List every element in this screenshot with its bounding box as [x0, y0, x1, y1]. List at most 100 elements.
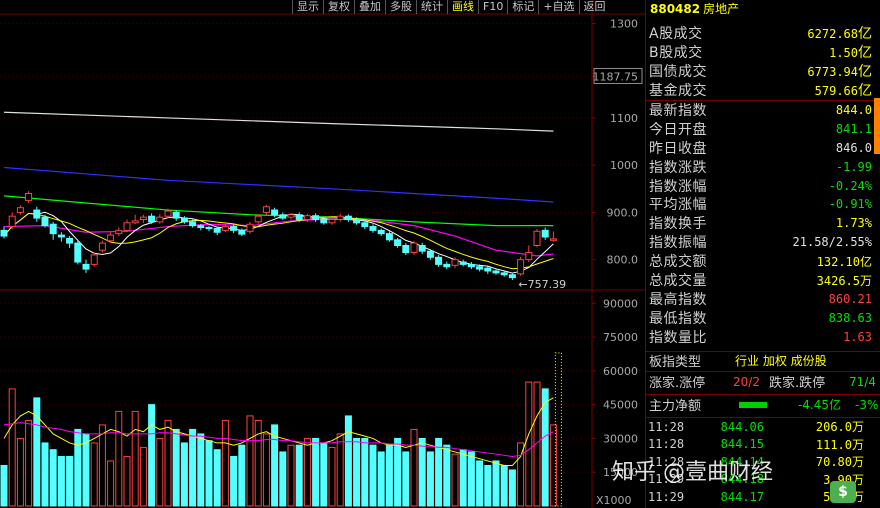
- quote-row-label: 最高指数: [649, 291, 707, 308]
- volume-bar: [467, 451, 475, 507]
- quote-row-label: 昨日收盘: [649, 140, 707, 157]
- volume-bar: [189, 428, 197, 507]
- quote-row-label: 平均涨幅: [649, 197, 707, 214]
- candle-body: [549, 238, 557, 241]
- min-price-label: ←757.39: [518, 278, 566, 291]
- multi-stock-button[interactable]: 多股: [385, 0, 416, 14]
- f10-button[interactable]: F10: [478, 0, 507, 14]
- volume-bar: [230, 455, 238, 507]
- volume-tick-label: 75000: [603, 331, 638, 344]
- volume-bar: [353, 437, 361, 507]
- index-header: 880482 房地产: [646, 0, 880, 17]
- quote-row-value-wrap: -0.24%: [829, 178, 872, 194]
- volume-bar: [295, 444, 303, 507]
- candle-body: [541, 229, 549, 238]
- volume-bar: [418, 437, 426, 507]
- quote-row-value: 6272.68: [807, 27, 858, 42]
- candle-body: [369, 226, 377, 231]
- quote-row-label: 今日开盘: [649, 121, 707, 138]
- price-tick-label: 1000: [610, 159, 638, 172]
- quote-row-label: 指数涨幅: [649, 178, 707, 195]
- candle-body: [74, 242, 82, 263]
- quote-row-value-wrap: 860.21: [829, 291, 872, 307]
- candle-body: [394, 239, 402, 246]
- volume-bar: [74, 428, 82, 507]
- quote-row-value: 132.10亿: [816, 254, 872, 269]
- volume-bar: [320, 442, 328, 507]
- volume-tick-label: 30000: [603, 432, 638, 445]
- logo-icon: $: [830, 481, 856, 503]
- tick-vol: 70.80万: [815, 455, 864, 470]
- quote-row-value: -1.99: [835, 159, 872, 174]
- volume-bar: [517, 442, 525, 507]
- quote-row-label: 指数振幅: [649, 235, 707, 252]
- quote-row-value: 846.0: [835, 140, 872, 155]
- back-button[interactable]: 返回: [578, 0, 610, 14]
- overlay-button[interactable]: 叠加: [354, 0, 385, 14]
- quote-row-value: 838.63: [828, 310, 872, 325]
- volume-tick-label: 60000: [603, 365, 638, 378]
- add-watchlist-button[interactable]: +自选: [538, 0, 578, 14]
- volume-bar: [16, 437, 24, 507]
- volume-bar: [476, 460, 484, 507]
- volume-bar: [435, 437, 443, 507]
- quote-row-value: 1.73%: [835, 216, 872, 231]
- quote-row: 平均涨幅 -0.91%: [646, 195, 876, 214]
- stats-button[interactable]: 统计: [416, 0, 447, 14]
- candle-body: [221, 226, 229, 231]
- index-type-values: 行业 加权 成份股: [735, 354, 827, 368]
- quote-row-value-wrap: 1.63: [843, 329, 872, 345]
- quote-row-value: 579.66: [814, 84, 858, 99]
- quote-row-label: 总成交额: [649, 254, 707, 271]
- quote-row-value-wrap: 838.63: [829, 310, 872, 326]
- quote-row: 指数振幅 21.58/2.55%: [646, 233, 876, 252]
- volume-bar: [279, 451, 287, 507]
- adjust-button[interactable]: 复权: [323, 0, 354, 14]
- candle-body: [320, 219, 328, 224]
- candle-body: [98, 242, 106, 251]
- quote-row: 指数涨跌 -1.99: [646, 157, 876, 176]
- candle-body: [123, 222, 131, 231]
- candle-body: [467, 263, 475, 268]
- mark-button[interactable]: 标记: [507, 0, 538, 14]
- draw-line-button[interactable]: 画线: [447, 0, 478, 14]
- quote-row-label: 基金成交: [649, 83, 707, 100]
- quote-row: 最新指数 844.0: [646, 101, 876, 120]
- kline-chart[interactable]: 1300 1187.75 1100 1000 900.0 800.0 90000 75000 6…: [0, 0, 645, 508]
- volume-bar: [33, 397, 41, 507]
- quote-row-value-wrap: 21.58/2.55%: [793, 234, 872, 250]
- quote-row-value-wrap: -0.91%: [829, 196, 872, 212]
- candle-body: [344, 215, 352, 220]
- candle-body: [41, 216, 49, 227]
- candle-body: [271, 209, 279, 216]
- volume-bar: [451, 453, 459, 507]
- toolbar: 显示 复权 叠加 多股 统计 画线 F10 标记 +自选 返回: [292, 0, 610, 14]
- quote-row-value-wrap: 132.10亿: [817, 253, 872, 270]
- fall-limit-value: 71/4: [849, 374, 876, 389]
- volume-tick-label: 90000: [603, 297, 638, 310]
- price-tick-label: 800.0: [607, 254, 639, 267]
- index-code: 880482: [650, 1, 701, 16]
- volume-bar: [131, 410, 139, 507]
- candle-body: [517, 259, 525, 275]
- main-flow-bar: [739, 401, 767, 408]
- candle-body: [230, 226, 238, 231]
- volume-bar: [180, 442, 188, 507]
- display-button[interactable]: 显示: [292, 0, 323, 14]
- quote-row-unit: 亿: [858, 45, 872, 62]
- candle-body: [525, 252, 533, 261]
- candle-body: [336, 215, 344, 220]
- quote-row-unit: 亿: [858, 26, 872, 43]
- quote-row-label: A股成交: [649, 26, 703, 43]
- quote-row-value-wrap: 1.50亿: [829, 42, 872, 62]
- ma-line-ma250: [3, 111, 554, 132]
- main-flow-label: 主力净额: [649, 399, 702, 414]
- volume-bar: [98, 424, 106, 507]
- candle-body: [49, 223, 57, 235]
- candle-body: [402, 244, 410, 254]
- candle-body: [115, 229, 123, 235]
- candle-body: [508, 274, 516, 279]
- quote-row-value-wrap: 6773.94亿: [807, 61, 872, 81]
- volume-bar: [90, 442, 98, 507]
- volume-bar: [213, 449, 221, 507]
